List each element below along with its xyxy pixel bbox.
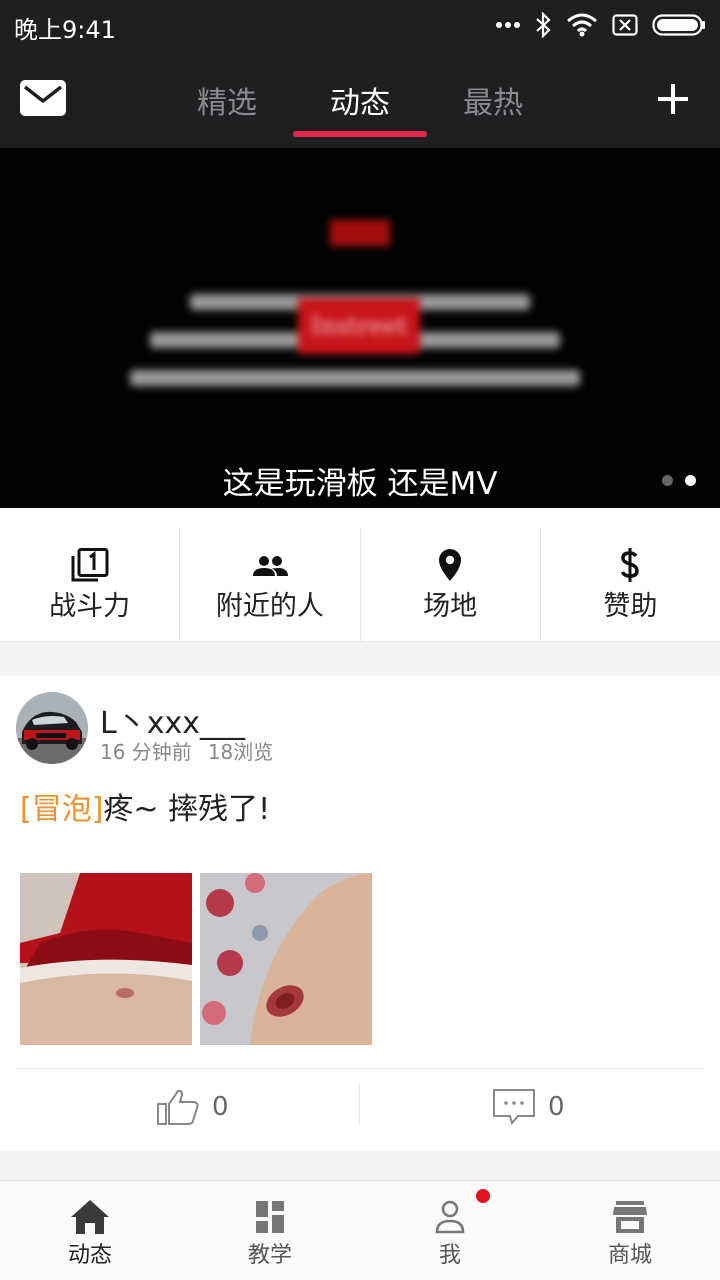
post-content: [冒泡]疼~ 摔残了! [20, 784, 270, 828]
active-tab-indicator [293, 131, 427, 137]
banner-blur-line [130, 370, 580, 386]
quick-menu-label: 赞助 [603, 591, 658, 622]
banner-logo: Instreet [298, 298, 420, 354]
thumbs-up-icon [157, 1089, 199, 1125]
quick-menu-label: 场地 [423, 591, 478, 622]
store-icon [613, 1201, 647, 1233]
bottom-nav-store[interactable]: 商城 [540, 1181, 720, 1280]
home-icon [71, 1200, 109, 1234]
avatar-car-image [16, 692, 88, 764]
feed-post[interactable]: L丶xxx___ 16 分钟前 18浏览 [冒泡]疼~ 摔残了! 0 0 [0, 676, 720, 1150]
bottom-nav-label: 动态 [67, 1243, 112, 1268]
avatar[interactable] [16, 692, 88, 764]
mail-icon[interactable] [20, 80, 66, 118]
comment-icon [493, 1089, 535, 1126]
user-icon [435, 1200, 465, 1234]
bottom-nav-feed[interactable]: 动态 [0, 1181, 180, 1280]
banner-carousel[interactable]: Instreet 这是玩滑板 还是MV [0, 148, 720, 508]
post-text: 疼~ 摔残了! [103, 792, 271, 827]
banner-caption: 这是玩滑板 还是MV [222, 466, 498, 502]
battery-icon [652, 14, 705, 36]
banner-video-frame: Instreet [0, 148, 720, 508]
quick-menu-label: 附近的人 [215, 591, 324, 622]
post-photo-image [20, 873, 192, 1045]
add-icon[interactable] [656, 82, 690, 116]
dollar-icon [621, 548, 640, 582]
wifi-icon [567, 13, 597, 37]
comment-count: 0 [548, 1092, 565, 1122]
notification-badge [476, 1189, 490, 1203]
carousel-dots [662, 475, 696, 486]
post-actions: 0 0 [0, 1069, 720, 1150]
quick-menu-ranking[interactable]: 战斗力 [0, 528, 181, 642]
like-count: 0 [212, 1092, 229, 1122]
post-photo-image [200, 873, 372, 1045]
like-button[interactable]: 0 [156, 1075, 229, 1139]
people-icon [252, 556, 288, 576]
quick-menu-nearby[interactable]: 附近的人 [180, 528, 361, 642]
bluetooth-icon [536, 12, 551, 38]
bottom-nav-label: 我 [438, 1243, 461, 1268]
status-icons [496, 10, 706, 40]
quick-menu-venues[interactable]: 场地 [361, 528, 541, 642]
tab-hottest[interactable]: 最热 [426, 78, 560, 122]
post-photo[interactable] [20, 873, 192, 1045]
post-meta: 16 分钟前 18浏览 [100, 736, 273, 765]
carousel-dot[interactable] [662, 475, 673, 486]
post-tag[interactable]: [冒泡] [20, 792, 103, 827]
location-pin-icon [439, 549, 462, 581]
post-time: 16 分钟前 [100, 740, 192, 764]
action-separator [359, 1083, 360, 1125]
post-views: 18浏览 [207, 740, 274, 764]
comment-button[interactable]: 0 [492, 1075, 565, 1139]
banner-red-mark [330, 220, 390, 246]
quick-menu-label: 战斗力 [49, 591, 131, 622]
no-sim-icon [612, 14, 638, 36]
carousel-dot-active[interactable] [685, 475, 696, 486]
bottom-nav-me[interactable]: 我 [360, 1181, 540, 1280]
bottom-nav: 动态 教学 我 商城 [0, 1180, 720, 1280]
tab-featured[interactable]: 精选 [160, 78, 294, 122]
quick-menu: 战斗力 附近的人 场地 赞助 [0, 508, 720, 642]
quick-menu-sponsor[interactable]: 赞助 [541, 528, 720, 642]
tab-feed[interactable]: 动态 [293, 78, 427, 122]
more-dots-icon [496, 22, 520, 28]
status-bar: 晚上9:41 [0, 0, 720, 50]
bottom-nav-tutorials[interactable]: 教学 [180, 1181, 360, 1280]
filter-1-icon [71, 548, 109, 582]
grid-icon [256, 1201, 284, 1233]
bottom-nav-label: 商城 [607, 1243, 652, 1268]
bottom-nav-label: 教学 [247, 1243, 292, 1268]
status-time: 晚上9:41 [14, 16, 116, 44]
post-photo[interactable] [200, 873, 372, 1045]
